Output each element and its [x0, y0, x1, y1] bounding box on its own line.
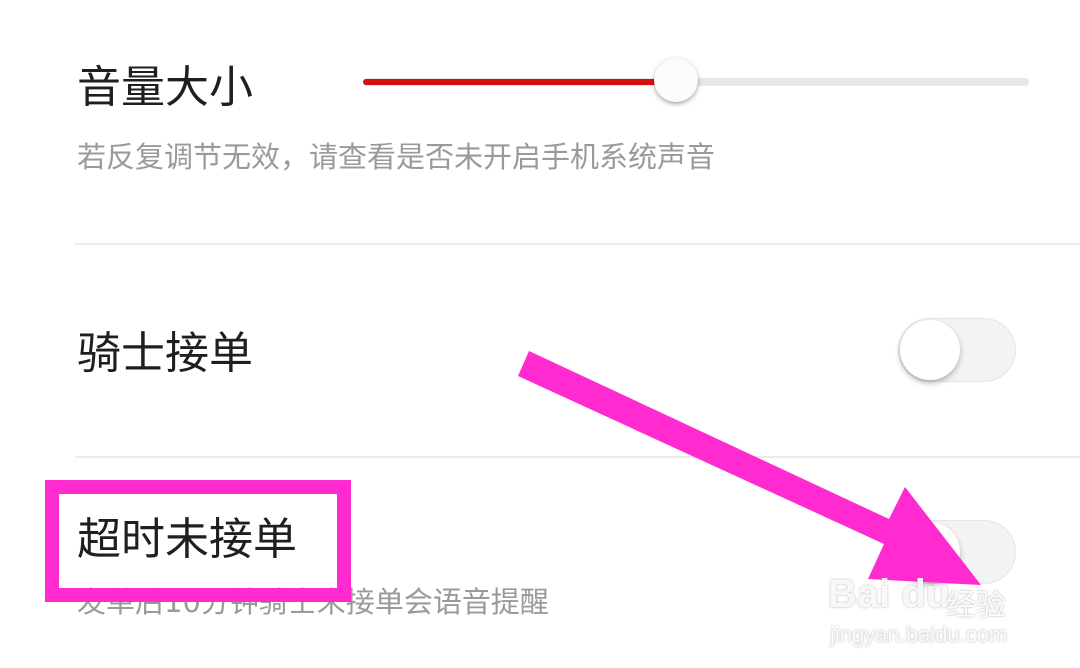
- watermark-brand: Bai du: [828, 572, 951, 616]
- watermark: Bai du 经验 jingyan.baidu.com: [828, 572, 1058, 652]
- arrow-shape: [518, 351, 981, 585]
- watermark-url: jingyan.baidu.com: [830, 622, 1008, 647]
- annotation-arrow-icon: [518, 351, 981, 585]
- watermark-product: 经验: [946, 588, 1006, 623]
